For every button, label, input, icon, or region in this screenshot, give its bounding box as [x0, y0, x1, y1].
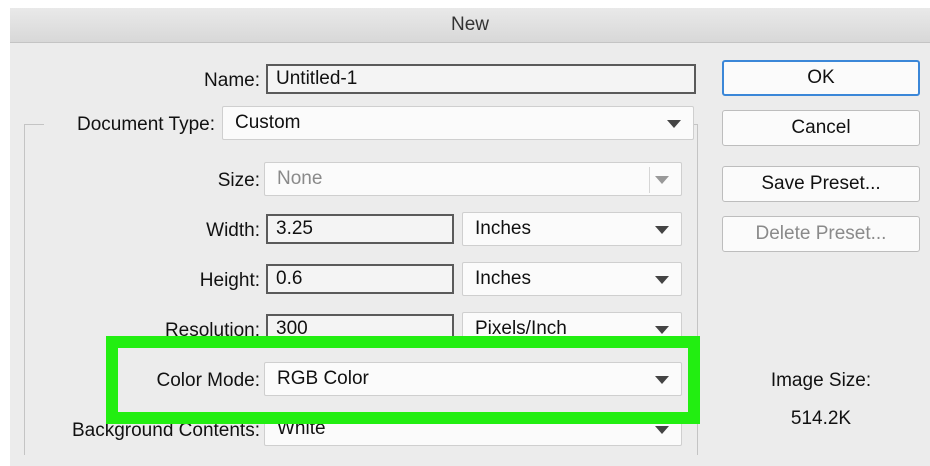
document-type-label: Document Type: — [76, 114, 215, 135]
width-field[interactable]: 3.25 — [266, 214, 454, 244]
size-dropdown: None — [264, 162, 682, 196]
new-document-dialog: New Name: Untitled-1 Document Type: Cust… — [10, 8, 930, 466]
height-unit-value: Inches — [475, 268, 531, 289]
chevron-down-icon — [667, 120, 681, 128]
chevron-down-icon — [655, 326, 669, 334]
size-label: Size: — [217, 170, 260, 191]
chevron-down-icon — [655, 226, 669, 234]
size-value: None — [277, 168, 323, 189]
ok-button[interactable]: OK — [722, 60, 920, 96]
width-label: Width: — [206, 220, 260, 241]
image-size-label: Image Size: — [770, 370, 872, 391]
document-type-dropdown[interactable]: Custom — [222, 106, 694, 140]
height-label: Height: — [199, 270, 260, 291]
color-mode-highlight-box — [106, 336, 700, 424]
height-field[interactable]: 0.6 — [266, 264, 454, 294]
image-size-value: 514.2K — [790, 408, 852, 429]
chevron-down-icon — [655, 426, 669, 434]
name-label: Name: — [204, 70, 260, 91]
name-field[interactable]: Untitled-1 — [266, 64, 696, 94]
width-unit-dropdown[interactable]: Inches — [462, 212, 682, 246]
dropdown-divider — [649, 167, 650, 193]
dialog-title: New — [10, 8, 930, 43]
cancel-button[interactable]: Cancel — [722, 110, 920, 146]
width-unit-value: Inches — [475, 218, 531, 239]
document-type-value: Custom — [235, 112, 301, 133]
chevron-down-icon — [655, 176, 669, 184]
chevron-down-icon — [655, 276, 669, 284]
delete-preset-button: Delete Preset... — [722, 216, 920, 252]
height-unit-dropdown[interactable]: Inches — [462, 262, 682, 296]
save-preset-button[interactable]: Save Preset... — [722, 166, 920, 202]
